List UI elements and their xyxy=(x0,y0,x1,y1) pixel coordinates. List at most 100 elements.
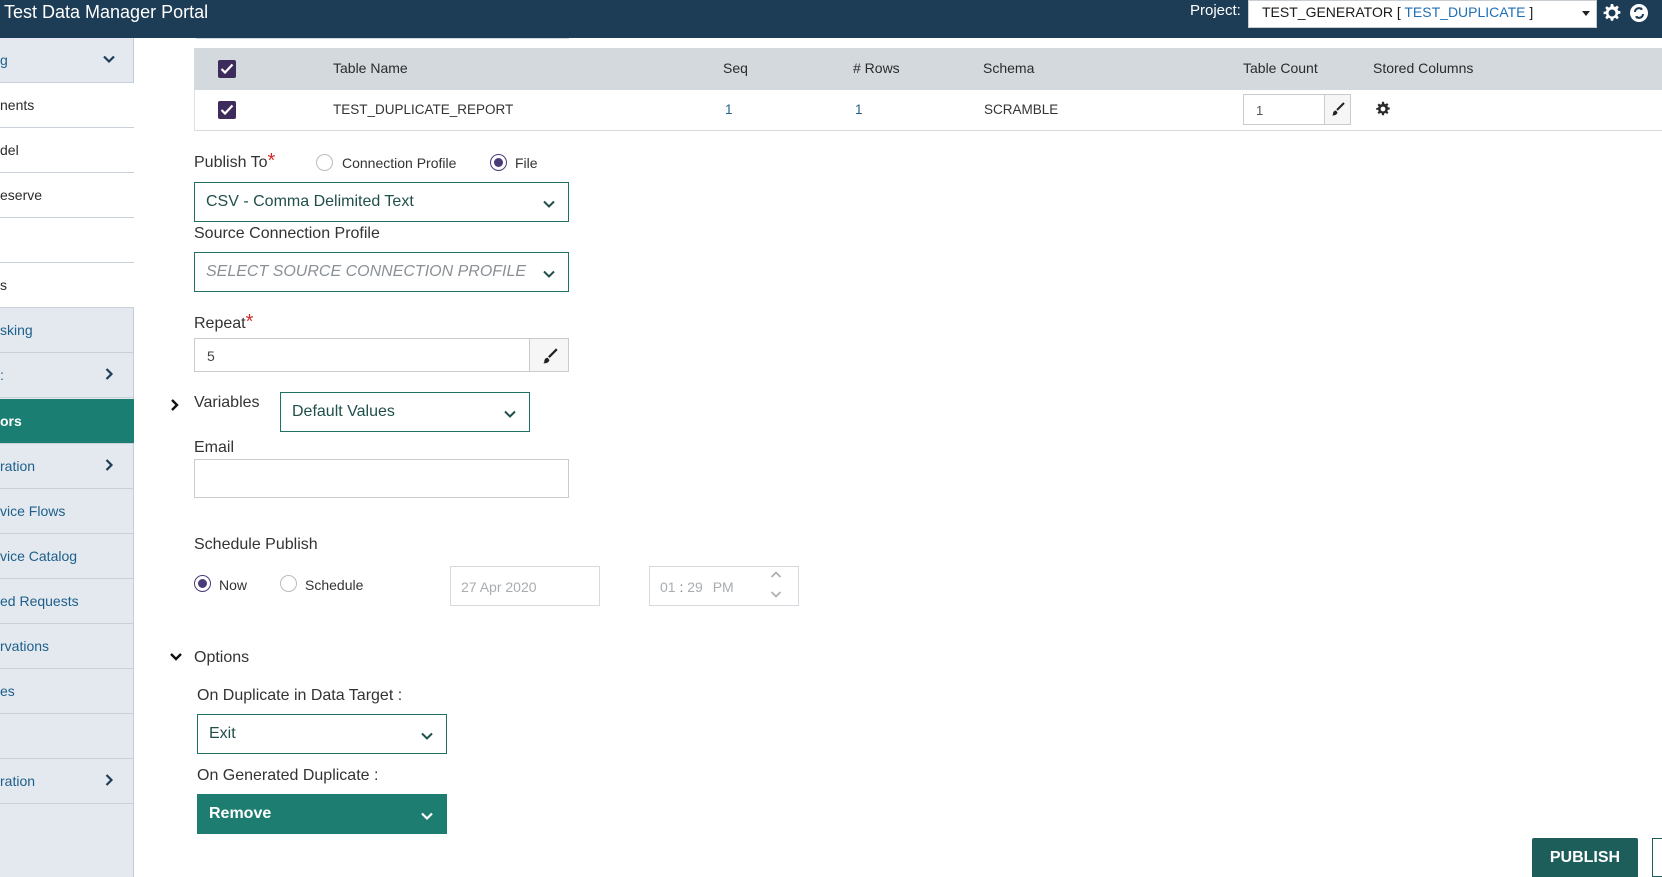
sidebar-item-9[interactable]: ration xyxy=(0,444,134,489)
col-table-name[interactable]: Table Name xyxy=(333,60,408,76)
file-format-select[interactable]: CSV - Comma Delimited Text xyxy=(194,182,569,222)
time-sep: : xyxy=(679,579,684,595)
sidebar-item-5[interactable]: s xyxy=(0,263,134,308)
schedule-label: Schedule Publish xyxy=(194,536,318,553)
sidebar-item-16[interactable]: ration xyxy=(0,759,134,804)
sidebar-item-4[interactable] xyxy=(0,218,134,263)
gen-dup-label: On Generated Duplicate : xyxy=(197,767,379,784)
repeat-brush-button[interactable] xyxy=(529,338,569,372)
col-rows[interactable]: # Rows xyxy=(853,60,900,76)
sidebar-item-13[interactable]: rvations xyxy=(0,624,134,669)
gear-icon[interactable] xyxy=(1602,3,1622,23)
dup-target-value: Exit xyxy=(209,725,236,742)
repeat-label: Repeat* xyxy=(194,311,253,334)
table-count-input[interactable]: 1 xyxy=(1243,94,1351,125)
radio-file[interactable] xyxy=(490,154,507,171)
secondary-button-edge[interactable] xyxy=(1652,838,1662,877)
collapse-options-icon[interactable] xyxy=(169,651,183,663)
time-input[interactable]: 01 : 29 PM xyxy=(649,566,799,606)
chevron-down-icon xyxy=(102,52,116,66)
cell-seq: 1 xyxy=(725,102,733,117)
time-up-icon[interactable] xyxy=(770,570,782,580)
sidebar-item-12[interactable]: ed Requests xyxy=(0,579,134,624)
row-checkbox[interactable] xyxy=(218,101,236,119)
sidebar-item-label: nents xyxy=(0,97,35,113)
variables-select[interactable]: Default Values xyxy=(280,392,530,432)
sidebar-item-2[interactable]: del xyxy=(0,128,134,173)
dup-target-select[interactable]: Exit xyxy=(197,714,447,754)
date-input[interactable]: 27 Apr 2020 xyxy=(450,566,600,606)
radio-connection-profile[interactable] xyxy=(316,154,333,171)
source-profile-label: Source Connection Profile xyxy=(194,225,380,242)
source-profile-placeholder: SELECT SOURCE CONNECTION PROFILE xyxy=(206,263,527,280)
chevron-right-icon xyxy=(102,773,116,787)
brush-button[interactable] xyxy=(1324,95,1350,124)
sidebar-item-11[interactable]: vice Catalog xyxy=(0,534,134,579)
col-table-count[interactable]: Table Count xyxy=(1243,60,1318,76)
table-count-value: 1 xyxy=(1256,103,1264,118)
radio-schedule-label: Schedule xyxy=(305,577,364,593)
file-format-value: CSV - Comma Delimited Text xyxy=(206,193,414,210)
refresh-icon[interactable] xyxy=(1629,3,1649,23)
time-ampm: PM xyxy=(712,579,734,595)
sidebar-item-label: ors xyxy=(0,413,22,429)
sidebar-item-label: : xyxy=(0,367,4,383)
source-profile-select[interactable]: SELECT SOURCE CONNECTION PROFILE xyxy=(194,252,569,292)
sidebar-item-label: es xyxy=(0,683,15,699)
table-row: TEST_DUPLICATE_REPORT 1 1 SCRAMBLE xyxy=(194,90,1662,131)
sidebar-item-15[interactable] xyxy=(0,714,134,759)
chevron-down-icon xyxy=(542,267,556,281)
gen-dup-select[interactable]: Remove xyxy=(197,794,447,834)
variables-value: Default Values xyxy=(292,403,395,420)
project-select[interactable]: TEST_GENERATOR [ TEST_DUPLICATE ] xyxy=(1248,0,1597,28)
chevron-right-icon xyxy=(102,367,116,381)
sidebar-item-14[interactable]: es xyxy=(0,669,134,714)
radio-file-label: File xyxy=(515,155,538,171)
sidebar-item-label: ed Requests xyxy=(0,593,79,609)
repeat-input[interactable]: 5 xyxy=(194,338,530,372)
sidebar-item-label: vice Flows xyxy=(0,503,66,519)
time-down-icon[interactable] xyxy=(770,589,782,599)
publish-to-label: Publish To* xyxy=(194,150,275,173)
radio-now[interactable] xyxy=(194,575,211,592)
email-label: Email xyxy=(194,439,235,456)
publish-button[interactable]: PUBLISH xyxy=(1532,838,1638,877)
sidebar: g nents del eserve s sking : ors ration … xyxy=(0,38,134,877)
brush-icon xyxy=(1332,102,1345,116)
chevron-down-icon xyxy=(1582,11,1590,16)
col-seq[interactable]: Seq xyxy=(723,60,748,76)
email-input[interactable] xyxy=(194,459,569,498)
col-stored-columns[interactable]: Stored Columns xyxy=(1373,60,1473,76)
radio-schedule[interactable] xyxy=(280,575,297,592)
select-all-checkbox[interactable] xyxy=(218,60,236,78)
sidebar-item-7[interactable]: : xyxy=(0,353,134,398)
variables-label: Variables xyxy=(194,394,260,411)
chevron-right-icon xyxy=(102,458,116,472)
sidebar-item-label: rvations xyxy=(0,638,50,654)
cell-rows: 1 xyxy=(855,102,863,117)
sidebar-item-label: del xyxy=(0,142,19,158)
sidebar-item-label: ration xyxy=(0,458,36,474)
time-hour: 01 xyxy=(660,579,676,595)
sidebar-item-label: s xyxy=(0,277,7,293)
sidebar-item-label: eserve xyxy=(0,187,43,203)
sidebar-item-label: sking xyxy=(0,322,33,338)
sidebar-item-6[interactable]: sking xyxy=(0,308,134,353)
chevron-down-icon xyxy=(420,729,434,743)
project-label: Project: xyxy=(1190,2,1241,19)
col-schema[interactable]: Schema xyxy=(983,60,1034,76)
required-mark: * xyxy=(245,311,254,333)
dup-target-label: On Duplicate in Data Target : xyxy=(197,687,403,704)
sidebar-item-1[interactable]: nents xyxy=(0,83,134,128)
sidebar-item-active[interactable]: ors xyxy=(0,399,134,444)
sidebar-item-10[interactable]: vice Flows xyxy=(0,489,134,534)
sidebar-item-3[interactable]: eserve xyxy=(0,173,134,218)
gear-icon[interactable] xyxy=(1375,101,1391,117)
time-minute: 29 xyxy=(687,579,703,595)
sidebar-item-0[interactable]: g xyxy=(0,38,134,83)
expand-variables-icon[interactable] xyxy=(169,398,181,412)
options-label: Options xyxy=(194,649,250,666)
collapsed-field-edge xyxy=(196,36,569,39)
cell-table-name: TEST_DUPLICATE_REPORT xyxy=(333,102,514,117)
repeat-text: Repeat xyxy=(194,315,246,332)
